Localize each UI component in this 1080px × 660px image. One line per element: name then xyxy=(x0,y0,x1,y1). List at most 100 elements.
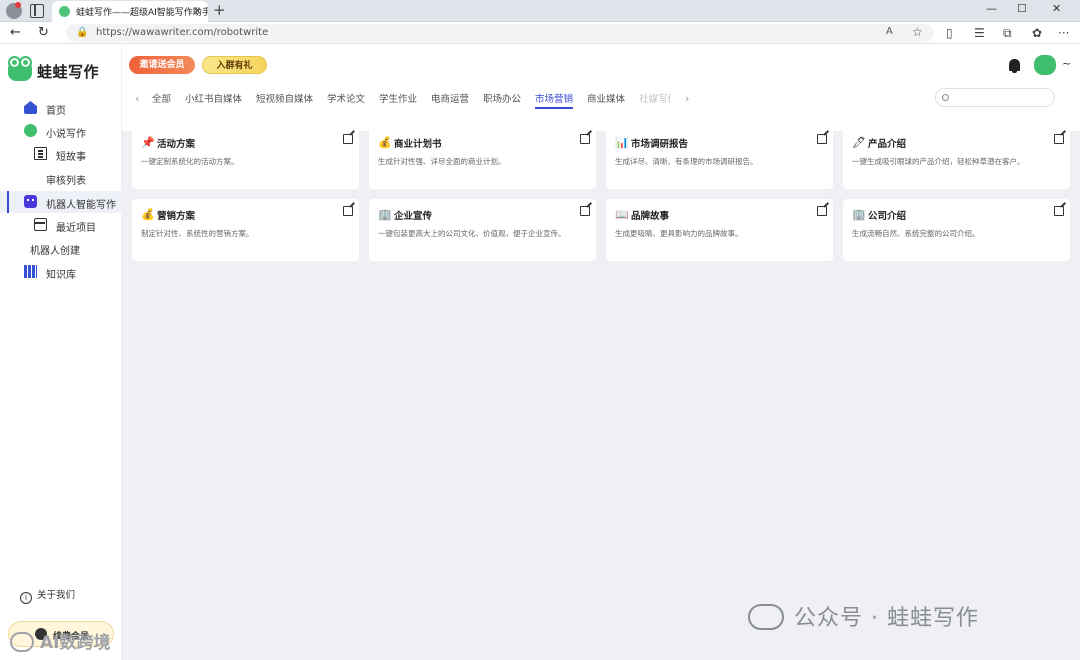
frog-icon xyxy=(24,124,37,137)
favorite-star-icon[interactable]: ☆ xyxy=(912,25,923,39)
category-tab-ecommerce[interactable]: 电商运营 xyxy=(431,91,469,105)
about-us-link[interactable]: i 关于我们 xyxy=(20,587,75,604)
money-bag-icon: 💰 xyxy=(378,136,392,149)
sidebar-item-novel[interactable]: 小说写作 xyxy=(0,120,122,142)
about-us-label: 关于我们 xyxy=(37,590,76,601)
edit-icon[interactable] xyxy=(817,134,827,144)
card-title: 营销方案 xyxy=(157,211,196,222)
edit-icon[interactable] xyxy=(1054,134,1064,144)
top-bar: 邀请送会员 入群有礼 ~ ‹ 全部 小红书自媒体 短视频自媒体 学术论文 学生作… xyxy=(122,45,1080,131)
back-button[interactable]: ← xyxy=(10,25,21,40)
url-field[interactable]: 🔒 https://wawawriter.com/robotwrite A ☆ xyxy=(66,24,934,42)
card-description: 生成流畅自然、系统完整的公司介绍。 xyxy=(852,229,980,238)
card-title: 市场调研报告 xyxy=(631,139,689,150)
edit-icon[interactable] xyxy=(1054,206,1064,216)
avatar[interactable] xyxy=(1034,55,1056,75)
sidebar-item-label: 首页 xyxy=(46,106,66,117)
card-title: 活动方案 xyxy=(157,139,196,150)
sidebar-item-knowledge-base[interactable]: 知识库 xyxy=(0,261,122,283)
category-tab-marketing[interactable]: 市场营销 xyxy=(535,91,574,109)
watermark-text-secondary: AI数跨境 xyxy=(40,633,111,653)
template-card-activity-plan[interactable]: 📌 活动方案 一键定制系统化的活动方案。 xyxy=(132,127,359,189)
category-tab-office[interactable]: 职场办公 xyxy=(483,91,521,105)
card-description: 生成详尽、清晰、有条理的市场调研报告。 xyxy=(615,157,758,166)
template-card-brand-story[interactable]: 📖 品牌故事 生成更吸睛、更具影响力的品牌故事。 xyxy=(606,199,833,261)
search-icon xyxy=(942,94,949,101)
category-tab-short-video[interactable]: 短视频自媒体 xyxy=(256,91,313,105)
category-tab-xiaohongshu[interactable]: 小红书自媒体 xyxy=(185,91,242,105)
category-tab-all[interactable]: 全部 xyxy=(152,91,171,105)
sidebar-item-robot-create[interactable]: 机器人创建 xyxy=(0,237,122,259)
watermark-text: 公众号 · 蛙蛙写作 xyxy=(794,606,979,631)
template-card-product-intro[interactable]: 🖊 产品介绍 一键生成吸引眼球的产品介绍，轻松种草潜在客户。 xyxy=(843,127,1070,189)
edit-icon[interactable] xyxy=(817,206,827,216)
category-tab-business-media[interactable]: 商业媒体 xyxy=(587,91,625,105)
user-menu-toggle[interactable]: ~ xyxy=(1062,57,1071,70)
sidebar-item-label: 知识库 xyxy=(46,270,76,281)
browser-tab-bar: 蛙蛙写作——超级AI智能写作助手 × + — ☐ ✕ xyxy=(0,0,1080,22)
wechat-icon xyxy=(748,604,784,630)
address-bar: ← ↻ 🔒 https://wawawriter.com/robotwrite … xyxy=(0,22,1080,44)
search-input[interactable] xyxy=(935,88,1055,107)
card-description: 一键定制系统化的活动方案。 xyxy=(141,157,239,166)
category-tab-social-media[interactable]: 社媒写作 xyxy=(639,91,671,105)
close-window-button[interactable]: ✕ xyxy=(1052,2,1061,15)
invite-member-button[interactable]: 邀请送会员 xyxy=(129,56,195,74)
url-text: https://wawawriter.com/robotwrite xyxy=(96,27,269,38)
browser-tab[interactable]: 蛙蛙写作——超级AI智能写作助手 × xyxy=(52,1,208,22)
pen-icon: 🖊 xyxy=(852,136,866,149)
card-title: 产品介绍 xyxy=(868,139,907,150)
extensions-icon[interactable]: ✿ xyxy=(1032,26,1042,40)
bell-icon[interactable] xyxy=(1009,59,1020,73)
more-menu-icon[interactable]: ··· xyxy=(1058,26,1069,40)
sidebar-item-label: 短故事 xyxy=(56,152,86,163)
edit-icon[interactable] xyxy=(580,134,590,144)
sidebar-item-label: 机器人智能写作 xyxy=(46,200,116,211)
category-prev-icon[interactable]: ‹ xyxy=(135,92,139,105)
card-title: 公司介绍 xyxy=(868,211,907,222)
template-card-business-plan[interactable]: 💰 商业计划书 生成针对性强、详尽全面的商业计划。 xyxy=(369,127,596,189)
template-card-corporate-promo[interactable]: 🏢 企业宣传 一键包装更高大上的公司文化、价值观，便于企业宣传。 xyxy=(369,199,596,261)
new-tab-button[interactable]: + xyxy=(213,1,226,19)
app-name: 蛙蛙写作 xyxy=(37,63,100,81)
card-description: 一键生成吸引眼球的产品介绍，轻松种草潜在客户。 xyxy=(852,157,1025,166)
edit-icon[interactable] xyxy=(580,206,590,216)
template-card-company-intro[interactable]: 🏢 公司介绍 生成流畅自然、系统完整的公司介绍。 xyxy=(843,199,1070,261)
template-card-marketing-plan[interactable]: 💰 营销方案 制定针对性、系统性的营销方案。 xyxy=(132,199,359,261)
sidebar-item-label: 机器人创建 xyxy=(30,246,80,257)
category-tab-academic[interactable]: 学术论文 xyxy=(327,91,365,105)
frog-favicon-icon xyxy=(59,6,70,17)
maximize-button[interactable]: ☐ xyxy=(1017,2,1027,15)
home-icon xyxy=(24,101,37,114)
refresh-button[interactable]: ↻ xyxy=(38,25,49,40)
sidebar-item-short-story[interactable]: 短故事 xyxy=(0,143,122,165)
tab-close-icon[interactable]: × xyxy=(193,4,202,17)
split-screen-icon[interactable]: ▯ xyxy=(946,26,953,40)
sidebar: 蛙蛙写作 首页 小说写作 短故事 审核列表 机器人智能写作 最近项目 机器人创建… xyxy=(0,45,122,660)
sidebar-item-home[interactable]: 首页 xyxy=(0,97,122,119)
sidebar-item-label: 最近项目 xyxy=(56,223,96,234)
join-group-button[interactable]: 入群有礼 xyxy=(202,56,267,74)
collections-icon[interactable]: ⧉ xyxy=(1003,26,1012,41)
sidebar-item-robot-writing[interactable]: 机器人智能写作 xyxy=(0,191,122,213)
template-card-market-research[interactable]: 📊 市场调研报告 生成详尽、清晰、有条理的市场调研报告。 xyxy=(606,127,833,189)
tab-actions-icon[interactable] xyxy=(30,4,44,18)
info-icon: i xyxy=(20,592,32,604)
main-content: 邀请送会员 入群有礼 ~ ‹ 全部 小红书自媒体 短视频自媒体 学术论文 学生作… xyxy=(122,45,1080,660)
sidebar-item-label: 小说写作 xyxy=(46,129,86,140)
sidebar-item-review-list[interactable]: 审核列表 xyxy=(0,167,122,189)
category-tab-homework[interactable]: 学生作业 xyxy=(379,91,417,105)
edit-icon[interactable] xyxy=(343,206,353,216)
edit-icon[interactable] xyxy=(343,134,353,144)
read-aloud-icon[interactable]: A xyxy=(886,26,893,37)
category-next-icon[interactable]: › xyxy=(685,92,689,105)
profile-icon[interactable] xyxy=(6,2,22,19)
card-description: 一键包装更高大上的公司文化、价值观，便于企业宣传。 xyxy=(378,229,566,238)
book-icon xyxy=(34,147,47,160)
sidebar-item-recent-projects[interactable]: 最近项目 xyxy=(0,214,122,236)
favorites-icon[interactable]: ☰ xyxy=(974,26,985,40)
box-icon xyxy=(34,218,47,231)
minimize-button[interactable]: — xyxy=(986,2,997,15)
watermark-secondary: AI数跨境 xyxy=(10,628,110,653)
sidebar-item-label: 审核列表 xyxy=(46,176,86,187)
